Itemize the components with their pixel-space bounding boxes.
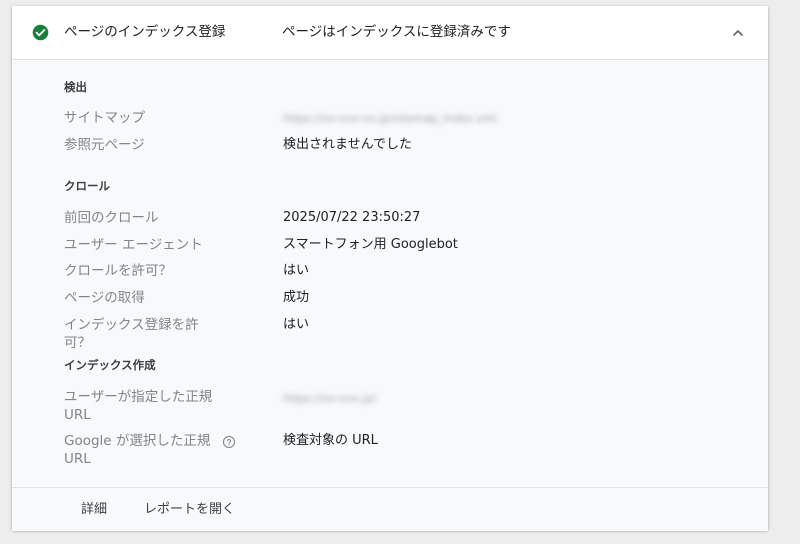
card-footer: 詳細 レポートを開く xyxy=(12,487,768,531)
section-title-crawl: クロール xyxy=(64,179,110,193)
indexing-allowed-value: はい xyxy=(283,317,310,332)
referring-page-value: 検出されませんでした xyxy=(283,137,412,152)
user-agent-label: ユーザー エージェント xyxy=(64,237,203,253)
sitemap-value: https://xx-xxx-xx.jp/sitemap_index.xml xyxy=(283,112,497,125)
crawl-allowed-value: はい xyxy=(283,263,310,278)
google-canonical-value: 検査対象の URL xyxy=(283,433,378,448)
section-title-discovery: 検出 xyxy=(64,80,87,94)
last-crawl-label: 前回のクロール xyxy=(64,210,159,226)
chevron-up-icon[interactable] xyxy=(728,23,748,43)
sitemap-label: サイトマップ xyxy=(64,110,145,126)
index-status-text: ページはインデックスに登録済みです xyxy=(282,24,511,40)
help-circle-icon[interactable] xyxy=(222,435,236,449)
user-canonical-value: https://xx-xxx.jp/ xyxy=(283,392,377,405)
page-indexing-card: ページのインデックス登録 ページはインデックスに登録済みです 検出 サイトマップ… xyxy=(12,6,768,531)
indexing-allowed-label: インデックス登録を許可？ xyxy=(64,317,199,351)
page-fetch-label: ページの取得 xyxy=(64,290,145,306)
last-crawl-value: 2025/07/22 23:50:27 xyxy=(283,210,421,225)
section-title-indexing: インデックス作成 xyxy=(64,358,156,372)
google-canonical-label: Google が選択した正規 URL xyxy=(64,433,211,467)
open-report-button[interactable]: レポートを開く xyxy=(144,501,235,519)
user-canonical-label: ユーザーが指定した正規 URL xyxy=(64,389,213,423)
user-agent-value: スマートフォン用 Googlebot xyxy=(283,237,458,252)
page-fetch-value: 成功 xyxy=(283,290,310,305)
crawl-allowed-label: クロールを許可？ xyxy=(64,263,172,279)
details-button[interactable]: 詳細 xyxy=(81,501,107,519)
card-header[interactable]: ページのインデックス登録 ページはインデックスに登録済みです xyxy=(12,6,768,60)
check-circle-icon xyxy=(32,24,49,41)
referring-page-label: 参照元ページ xyxy=(64,137,145,153)
card-title: ページのインデックス登録 xyxy=(64,24,226,40)
